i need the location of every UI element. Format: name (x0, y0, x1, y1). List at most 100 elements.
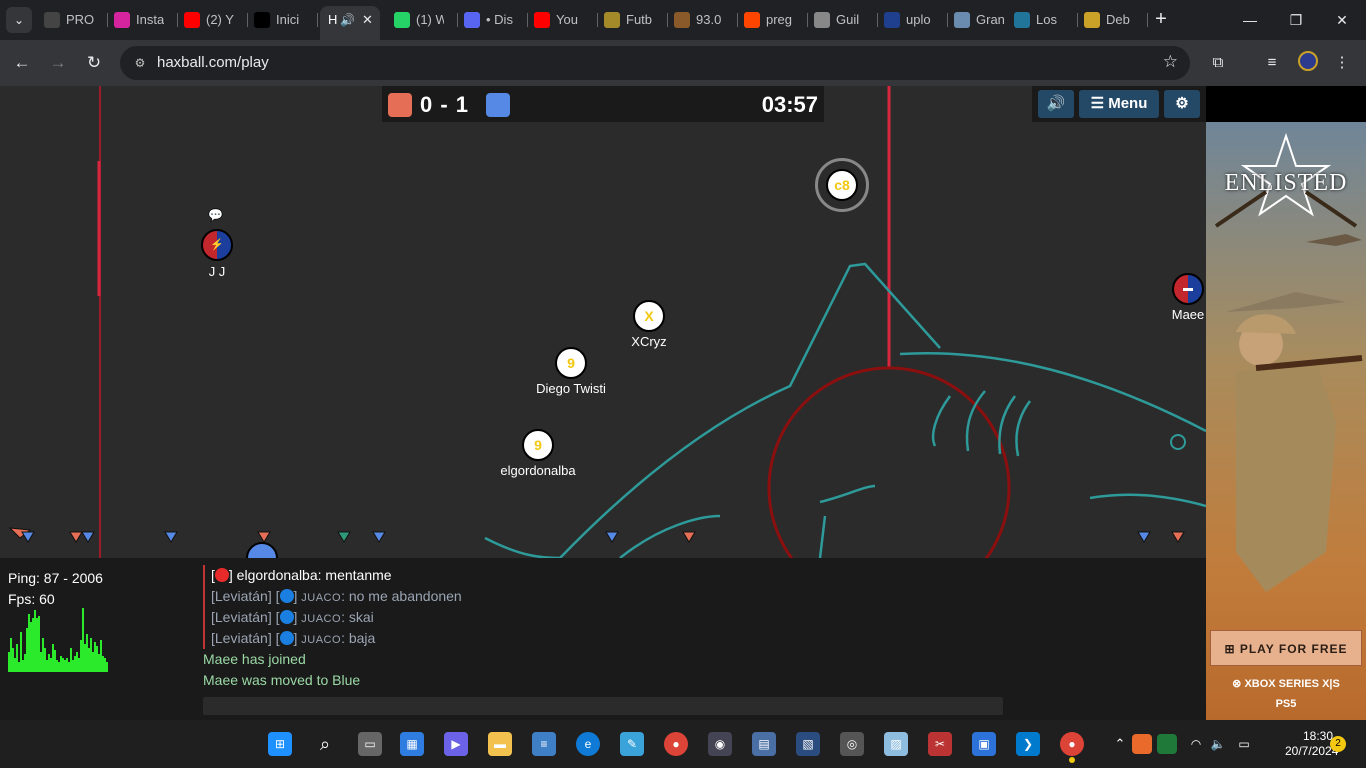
sound-button[interactable]: 🔊 (1038, 90, 1074, 118)
close-tab-icon[interactable]: ✕ (362, 6, 373, 34)
show-hidden-icons[interactable]: ⌃ (1108, 732, 1132, 756)
close-window-button[interactable]: ✕ (1330, 8, 1354, 32)
browser-tab[interactable]: Deb (1080, 6, 1148, 34)
chat-message: [Leviatán] [] JUACO: no me abandonen (203, 586, 1003, 607)
profile-avatar[interactable] (1296, 51, 1320, 75)
bottom-panel: Ping: 87 - 2006 Fps: 60 [] elgordonalba:… (0, 558, 1206, 720)
browser-tab[interactable]: H 🔊 ✕ (320, 6, 380, 40)
browser-tab[interactable]: (2) Y (180, 6, 248, 34)
battery-icon[interactable]: ▭ (1232, 732, 1256, 756)
player-name: Diego Twisti (536, 381, 606, 396)
back-button[interactable]: ← (10, 51, 34, 75)
browser-tab[interactable]: uplo (880, 6, 948, 34)
radio-icon (674, 12, 690, 28)
tab-title: uplo (906, 12, 931, 27)
match-timer: 03:57 (761, 92, 818, 117)
browser-tab[interactable]: Gran (950, 6, 1018, 34)
tray-app-icon[interactable] (1132, 734, 1152, 754)
store-icon[interactable]: ▣ (972, 732, 996, 756)
browser-tab[interactable]: preg (740, 6, 808, 34)
whatsapp-icon (394, 12, 410, 28)
chat-input[interactable] (203, 697, 1003, 715)
calculator-icon[interactable]: ▤ (752, 732, 776, 756)
edge-icon[interactable]: e (576, 732, 600, 756)
player-name: J J (208, 264, 226, 279)
fps-graph (8, 608, 108, 672)
media-controls-icon[interactable]: ≡ (1260, 51, 1284, 75)
settings-button[interactable]: ⚙ (1164, 90, 1200, 118)
file-explorer-icon[interactable]: ▬ (488, 732, 512, 756)
chrome-active-icon[interactable]: ● (1060, 732, 1084, 756)
wordpress-icon (1014, 12, 1030, 28)
browser-tab[interactable]: Futb (600, 6, 668, 34)
ad-play-button[interactable]: ⊞ PLAY FOR FREE (1210, 630, 1362, 666)
crest-icon (1084, 12, 1100, 28)
widgets-icon[interactable]: ▦ (400, 732, 424, 756)
url-text[interactable]: haxball.com/play (157, 54, 269, 71)
more-menu-icon[interactable]: ⋮ (1330, 51, 1354, 75)
snipping-tool-icon[interactable]: ✂ (928, 732, 952, 756)
notes-icon[interactable]: ▨ (884, 732, 908, 756)
ad-platforms: ⊗ XBOX SERIES X|S PS5 (1206, 674, 1366, 714)
tab-title: Insta (136, 12, 164, 27)
speaker-icon[interactable]: 🔊 (340, 6, 355, 34)
red-team-dot-icon (214, 568, 229, 582)
bank-icon (814, 12, 830, 28)
restore-button[interactable]: ❐ (1284, 8, 1308, 32)
shield-icon (604, 12, 620, 28)
paint-icon[interactable]: ✎ (620, 732, 644, 756)
tab-search-button[interactable]: ⌄ (6, 7, 32, 33)
search-icon[interactable]: ⌕ (313, 732, 337, 756)
forward-button[interactable]: → (46, 51, 70, 75)
browser-tab[interactable]: Inici (250, 6, 318, 34)
chrome-icon[interactable]: ● (664, 732, 688, 756)
security-shield-icon[interactable] (1157, 734, 1177, 754)
browser-tab[interactable]: You (530, 6, 598, 34)
wifi-icon[interactable]: ◠ (1184, 732, 1208, 756)
red-team-square (388, 93, 412, 117)
game-canvas[interactable]: 0 - 1 03:57 🔊 ☰ Menu ⚙ 💬 ⚡ J J X XCryz 9… (0, 86, 1206, 558)
player-disc: X (633, 300, 665, 332)
new-tab-button[interactable]: + (1150, 8, 1172, 30)
reload-button[interactable]: ↻ (82, 51, 106, 75)
tab-title: • Dis (486, 12, 513, 27)
notepad-icon[interactable]: ≡ (532, 732, 556, 756)
player-name: Maee (1171, 307, 1205, 322)
stats-panel: Ping: 87 - 2006 Fps: 60 (8, 568, 103, 610)
minimize-button[interactable]: — (1238, 8, 1262, 32)
task-view-icon[interactable]: ▭ (358, 732, 382, 756)
ad-top-strip (1206, 86, 1366, 122)
x-icon (254, 12, 270, 28)
pitch-drawing (8, 86, 1206, 558)
clock-date: 20/7/2024 (1285, 744, 1339, 758)
notification-badge[interactable]: 2 (1330, 736, 1346, 752)
browser-tab[interactable]: Insta (110, 6, 178, 34)
address-bar[interactable]: ⚙ haxball.com/play ☆ (120, 46, 1190, 80)
clock[interactable]: 18:30 20/7/2024 (1285, 729, 1339, 759)
scoreboard: 0 - 1 03:57 (382, 86, 824, 122)
browser-tab[interactable]: 93.0 (670, 6, 738, 34)
browser-tab[interactable]: • Dis (460, 6, 528, 34)
extensions-icon[interactable]: ⧉ (1206, 51, 1230, 75)
site-info-icon[interactable]: ⚙ (128, 51, 152, 75)
game-controls: 🔊 ☰ Menu ⚙ (1032, 86, 1206, 122)
start-windows-icon[interactable]: ⊞ (268, 732, 292, 756)
browser-tab[interactable]: Guil (810, 6, 878, 34)
vscode-icon[interactable]: ❯ (1016, 732, 1040, 756)
player-disc: ⚡ (201, 229, 233, 261)
advertisement[interactable]: ENLISTED ⊞ PLAY FOR FREE ⊗ XBOX SERIES X… (1206, 122, 1366, 720)
app-icon[interactable]: ◉ (708, 732, 732, 756)
globe-icon (954, 12, 970, 28)
camera-icon[interactable]: ◎ (840, 732, 864, 756)
meet-icon[interactable]: ▶ (444, 732, 468, 756)
discord-icon (464, 12, 480, 28)
tab-title: H (328, 12, 338, 27)
chat-log: [] elgordonalba: mentanme [Leviatán] [] … (203, 565, 1003, 691)
browser-tab[interactable]: Los (1010, 6, 1078, 34)
browser-tab[interactable]: PRO (40, 6, 108, 34)
photos-icon[interactable]: ▧ (796, 732, 820, 756)
menu-button[interactable]: ☰ Menu (1079, 90, 1159, 118)
volume-icon[interactable]: 🔈 (1206, 732, 1230, 756)
bookmark-star-icon[interactable]: ☆ (1163, 52, 1178, 72)
browser-tab[interactable]: (1) W (390, 6, 458, 34)
